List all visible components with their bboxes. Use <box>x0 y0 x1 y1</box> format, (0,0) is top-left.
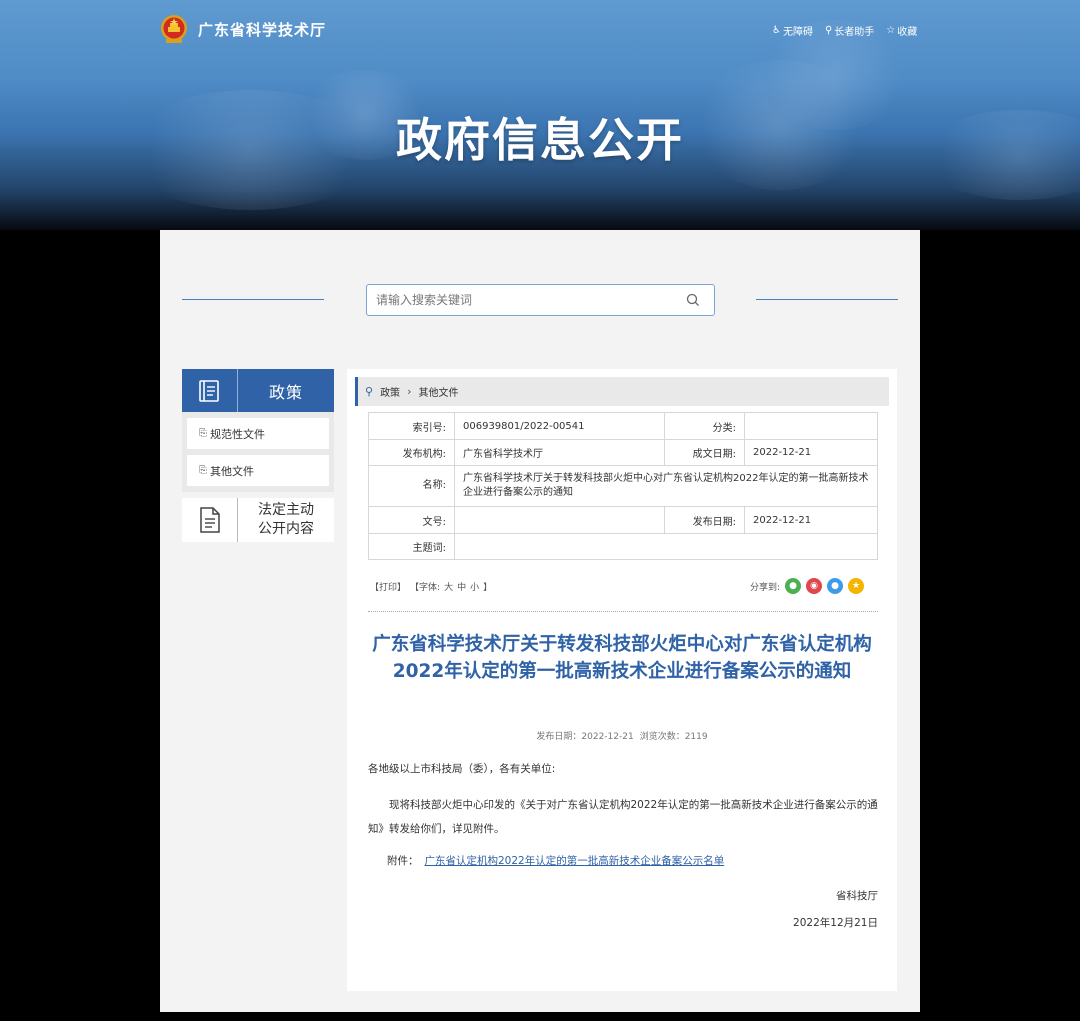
article-date: 2022年12月21日 <box>793 917 878 929</box>
sidebar-list: ⎘ 规范性文件 ⎘ 其他文件 <box>182 412 334 492</box>
statutory-disclosure-line2: 公开内容 <box>258 521 314 537</box>
star-icon: ☆ <box>886 25 896 36</box>
meta-key-doc-no: 文号: <box>368 506 455 534</box>
meta-value-category <box>744 412 878 440</box>
meta-value-index: 006939801/2022-00541 <box>454 412 665 440</box>
meta-key-publisher: 发布机构: <box>368 439 455 466</box>
sidebar-item-normative-docs[interactable]: ⎘ 规范性文件 <box>187 418 329 449</box>
accessibility-link[interactable]: ♿ 无障碍 <box>772 23 813 38</box>
site-name[interactable]: 广东省科学技术厅 <box>198 19 326 40</box>
article-signature: 省科技厅 <box>836 890 878 902</box>
weibo-icon[interactable]: ◉ <box>806 578 823 594</box>
search-input[interactable] <box>367 285 677 315</box>
breadcrumb-item-other-docs[interactable]: 其他文件 <box>418 384 458 399</box>
meta-row: 名称: 广东省科学技术厅关于转发科技部火炬中心对广东省认定机构2022年认定的第… <box>368 465 878 507</box>
search-divider-left <box>182 299 324 300</box>
dotted-divider <box>368 611 878 612</box>
top-links: ♿ 无障碍 ⚲ 长者助手 ☆ 收藏 <box>772 23 917 38</box>
header-banner: 广东省科学技术厅 ♿ 无障碍 ⚲ 长者助手 ☆ 收藏 政府信息公开 <box>0 0 1080 230</box>
sidebar: 政策 ⎘ 规范性文件 ⎘ 其他文件 法定主动 公开内容 <box>182 369 334 542</box>
page: 广东省科学技术厅 ♿ 无障碍 ⚲ 长者助手 ☆ 收藏 政府信息公开 请输入搜索关… <box>0 0 1080 1021</box>
article-view-count: 浏览次数：2119 <box>639 732 708 742</box>
meta-row: 主题词: <box>368 533 878 560</box>
attachment-label: 附件： <box>387 855 419 867</box>
article-attachment: 附件： 广东省认定机构2022年认定的第一批高新技术企业备案公示名单 <box>387 853 724 868</box>
meta-key-subject: 主题词: <box>368 533 455 560</box>
meta-row: 文号: 发布日期: 2022-12-21 <box>368 506 878 534</box>
font-size-prefix: 【字体: <box>410 583 441 593</box>
meta-value-doc-no <box>454 506 665 534</box>
statutory-disclosure-line1: 法定主动 <box>258 502 314 518</box>
font-size-suffix: 】 <box>483 583 493 593</box>
banner-title: 政府信息公开 <box>396 113 684 167</box>
article-publish-info: 发布日期：2022-12-21 浏览次数：2119 <box>347 729 897 742</box>
font-large-button[interactable]: 大 <box>444 580 453 593</box>
search-divider-right <box>756 299 898 300</box>
main-panel: 政策 ⎘ 规范性文件 ⎘ 其他文件 <box>160 230 920 1012</box>
meta-value-subject <box>454 533 878 560</box>
article-greeting: 各地级以上市科技局（委），各有关单位: <box>368 763 556 775</box>
breadcrumb-item-policy[interactable]: 政策 <box>380 384 400 399</box>
article-title: 广东省科学技术厅关于转发科技部火炬中心对广东省认定机构2022年认定的第一批高新… <box>372 634 872 682</box>
location-pin-icon: ⚲ <box>365 385 374 398</box>
meta-value-written-date: 2022-12-21 <box>744 439 878 466</box>
chevron-right-icon: › <box>407 385 412 398</box>
meta-key-written-date: 成文日期: <box>664 439 745 466</box>
meta-value-publish-date: 2022-12-21 <box>744 506 878 534</box>
attachment-link[interactable]: 广东省认定机构2022年认定的第一批高新技术企业备案公示名单 <box>425 855 725 867</box>
national-emblem-icon <box>161 15 187 43</box>
article-paragraph: 现将科技部火炬中心印发的《关于对广东省认定机构2022年认定的第一批高新技术企业… <box>368 799 878 835</box>
elder-assist-link[interactable]: ⚲ 长者助手 <box>825 23 874 38</box>
file-icon: ⎘ <box>199 428 207 439</box>
article-publish-date: 发布日期：2022-12-21 <box>536 732 634 742</box>
elder-assist-icon: ⚲ <box>824 25 833 36</box>
qzone-icon[interactable]: ★ <box>848 578 865 594</box>
content-card: ⚲ 政策 › 其他文件 索引号: 006939801/2022-00541 分类… <box>347 369 897 991</box>
print-button[interactable]: 【打印】 <box>370 580 406 593</box>
meta-row: 索引号: 006939801/2022-00541 分类: <box>368 412 878 440</box>
elder-assist-label: 长者助手 <box>834 27 875 38</box>
sidebar-item-statutory-disclosure[interactable]: 法定主动 公开内容 <box>182 498 334 542</box>
search-icon[interactable] <box>686 293 700 307</box>
book-icon <box>182 369 238 412</box>
sidebar-title: 政策 <box>268 382 303 402</box>
share-bar: 分享到: ● ◉ ● ★ <box>750 578 865 594</box>
document-meta-table: 索引号: 006939801/2022-00541 分类: 发布机构: 广东省科… <box>368 412 878 560</box>
meta-key-name: 名称: <box>368 465 455 507</box>
file-icon: ⎘ <box>199 465 207 476</box>
statutory-disclosure-label: 法定主动 公开内容 <box>238 501 334 539</box>
wechat-icon[interactable]: ● <box>785 578 802 594</box>
meta-key-publish-date: 发布日期: <box>664 506 745 534</box>
meta-value-name: 广东省科学技术厅关于转发科技部火炬中心对广东省认定机构2022年认定的第一批高新… <box>454 465 878 507</box>
meta-row: 发布机构: 广东省科学技术厅 成文日期: 2022-12-21 <box>368 439 878 466</box>
sidebar-item-label: 规范性文件 <box>210 427 265 441</box>
document-icon <box>182 498 238 542</box>
share-label: 分享到: <box>750 582 781 593</box>
meta-key-index: 索引号: <box>368 412 455 440</box>
search-box <box>366 284 715 316</box>
favorite-label: 收藏 <box>897 27 918 38</box>
accessibility-icon: ♿ <box>772 25 781 36</box>
meta-value-publisher: 广东省科学技术厅 <box>454 439 665 466</box>
meta-key-category: 分类: <box>664 412 745 440</box>
sidebar-header-policy[interactable]: 政策 <box>182 369 334 412</box>
accessibility-label: 无障碍 <box>782 27 813 38</box>
favorite-link[interactable]: ☆ 收藏 <box>886 23 917 38</box>
sidebar-item-label: 其他文件 <box>210 464 254 478</box>
breadcrumb: ⚲ 政策 › 其他文件 <box>355 377 889 406</box>
qq-icon[interactable]: ● <box>827 578 844 594</box>
article-tools: 【打印】 【字体: 大 中 小 】 <box>370 580 492 593</box>
font-small-button[interactable]: 小 <box>470 580 479 593</box>
font-medium-button[interactable]: 中 <box>457 580 466 593</box>
sidebar-item-other-docs[interactable]: ⎘ 其他文件 <box>187 455 329 486</box>
